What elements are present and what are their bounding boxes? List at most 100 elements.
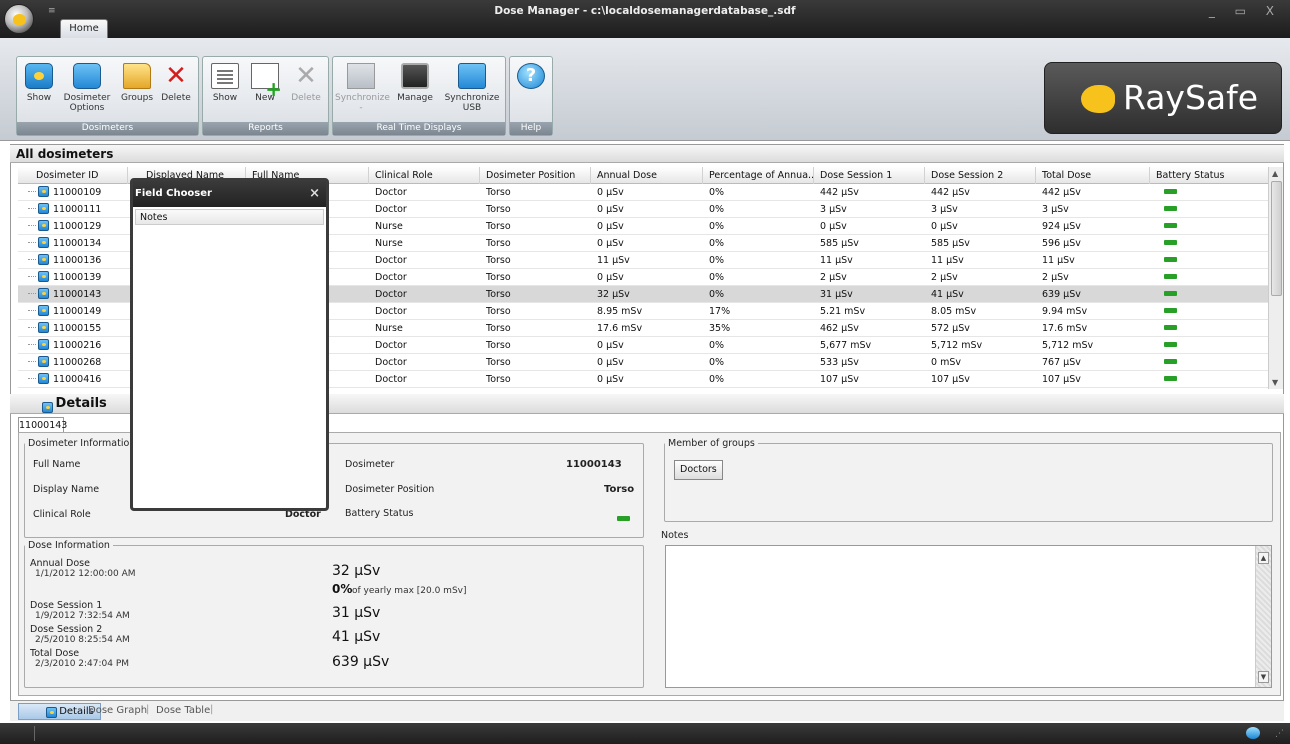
col-dosimeter-id[interactable]: Dosimeter ID [18, 167, 128, 184]
total-dose-date: 2/3/2010 2:47:04 PM [35, 659, 130, 669]
groups-button[interactable]: Groups [119, 63, 155, 103]
annual-dose-value: 32 µSv [332, 563, 381, 579]
cell-dosimeter-id: 11000155 [18, 320, 128, 337]
cell-s2: 0 µSv [931, 221, 958, 232]
cell-total: 639 µSv [1042, 289, 1081, 300]
dosimeter-icon [38, 237, 49, 248]
battery-full-icon [1164, 342, 1177, 347]
new-report-button[interactable]: New [249, 63, 282, 103]
window-title: Dose Manager - c:\localdosemanagerdataba… [494, 5, 796, 17]
tree-line [28, 378, 36, 379]
member-of-groups: Member of groups [664, 438, 1273, 522]
cell-annual: 0 µSv [597, 221, 624, 232]
cell-role: Doctor [375, 204, 407, 215]
folder-icon [123, 63, 151, 89]
manage-button[interactable]: Manage [395, 63, 435, 103]
dose-session-1-label: Dose Session 1 [30, 600, 103, 611]
help-button[interactable]: ? [516, 63, 546, 93]
dose-session-2-value: 41 µSv [332, 629, 381, 645]
dosimeter-id: 11000136 [53, 255, 102, 266]
cell-annual: 0 µSv [597, 340, 624, 351]
cell-role: Nurse [375, 221, 403, 232]
cell-annual: 0 µSv [597, 238, 624, 249]
dosimeter-icon [38, 356, 49, 367]
scroll-down-icon[interactable]: ▼ [1258, 671, 1269, 683]
battery-full-icon [1164, 189, 1177, 194]
dosimeter-id: 11000139 [53, 272, 102, 283]
battery-full-icon [1164, 257, 1177, 262]
tree-line [28, 191, 36, 192]
display-name-label: Display Name [33, 484, 100, 495]
dosimeter-icon [38, 220, 49, 231]
cell-battery-status [1150, 371, 1268, 388]
field-chooser-dialog[interactable]: Field Chooser × Notes [130, 178, 329, 511]
close-icon[interactable]: × [309, 181, 320, 207]
col-percentage[interactable]: Percentage of Annua... [703, 167, 814, 184]
cell-total: 442 µSv [1042, 187, 1081, 198]
details-tab-dosimeter[interactable]: 11000143 [18, 417, 67, 433]
cell-s1: 5,677 mSv [820, 340, 872, 351]
dosimeter-options-button[interactable]: Dosimeter Options [63, 63, 111, 113]
battery-full-icon [1164, 223, 1177, 228]
cell-s1: 31 µSv [820, 289, 853, 300]
col-total-dose[interactable]: Total Dose [1036, 167, 1150, 184]
scroll-thumb[interactable] [1271, 181, 1282, 296]
battery-full-icon [1164, 308, 1177, 313]
cell-pos: Torso [486, 340, 511, 351]
synchronize-button[interactable]: Synchronize - [335, 63, 390, 113]
field-chooser-item-notes[interactable]: Notes [135, 209, 324, 225]
scroll-up-icon[interactable]: ▲ [1272, 169, 1278, 178]
notes-textarea[interactable]: ▲ ▼ [665, 545, 1272, 688]
battery-full-icon [1164, 359, 1177, 364]
dosimeter-id: 11000149 [53, 306, 102, 317]
report-icon [211, 63, 239, 89]
grid-scrollbar[interactable]: ▲ ▼ [1268, 167, 1283, 389]
tab-dose-table[interactable]: Dose Table [156, 705, 210, 716]
cell-pct: 0% [709, 255, 725, 266]
cell-annual: 0 µSv [597, 204, 624, 215]
cell-pos: Torso [486, 187, 511, 198]
tree-line [28, 208, 36, 209]
scroll-down-icon[interactable]: ▼ [1272, 378, 1278, 387]
dosimeter-id: 11000109 [53, 187, 102, 198]
cell-s1: 442 µSv [820, 187, 859, 198]
window-controls[interactable]: _ ▭ X [1209, 4, 1282, 18]
cell-s2: 442 µSv [931, 187, 970, 198]
cell-dosimeter-id: 11000109 [18, 184, 128, 201]
col-dose-session-2[interactable]: Dose Session 2 [925, 167, 1036, 184]
show-dosimeters-button[interactable]: Show [23, 63, 55, 103]
field-chooser-title: Field Chooser × [133, 181, 326, 207]
notes-scrollbar[interactable]: ▲ ▼ [1255, 546, 1271, 687]
notes-label: Notes [661, 530, 689, 541]
dosimeter-id: 11000268 [53, 357, 102, 368]
tab-dose-graph[interactable]: Dose Graph [88, 705, 147, 716]
cell-s2: 11 µSv [931, 255, 964, 266]
cell-pct: 0% [709, 289, 725, 300]
help-icon: ? [517, 63, 545, 89]
cell-battery-status [1150, 337, 1268, 354]
col-annual-dose[interactable]: Annual Dose [591, 167, 703, 184]
cell-role: Nurse [375, 238, 403, 249]
ribbon-group-dosimeters: Show Dosimeter Options Groups ✕ Delete Do… [16, 56, 199, 136]
delete-report-button[interactable]: ✕ Delete [289, 63, 323, 103]
cell-pos: Torso [486, 357, 511, 368]
synchronize-usb-button[interactable]: Synchronize USB [443, 63, 501, 113]
resize-grip-icon[interactable]: ⋰ [1275, 729, 1284, 739]
group-doctors-button[interactable]: Doctors [674, 460, 723, 480]
delete-dosimeter-button[interactable]: ✕ Delete [159, 63, 193, 103]
tab-home[interactable]: Home [60, 19, 108, 39]
show-report-button[interactable]: Show [209, 63, 241, 103]
dosimeter-icon [25, 63, 53, 89]
cell-annual: 11 µSv [597, 255, 630, 266]
col-battery-status[interactable]: Battery Status [1150, 167, 1268, 184]
dose-session-2-label: Dose Session 2 [30, 624, 103, 635]
cell-role: Doctor [375, 272, 407, 283]
cell-pct: 17% [709, 306, 731, 317]
col-dosimeter-position[interactable]: Dosimeter Position [480, 167, 591, 184]
col-clinical-role[interactable]: Clinical Role [369, 167, 480, 184]
cell-battery-status [1150, 218, 1268, 235]
cell-s2: 572 µSv [931, 323, 970, 334]
cell-s2: 585 µSv [931, 238, 970, 249]
col-dose-session-1[interactable]: Dose Session 1 [814, 167, 925, 184]
scroll-up-icon[interactable]: ▲ [1258, 552, 1269, 564]
